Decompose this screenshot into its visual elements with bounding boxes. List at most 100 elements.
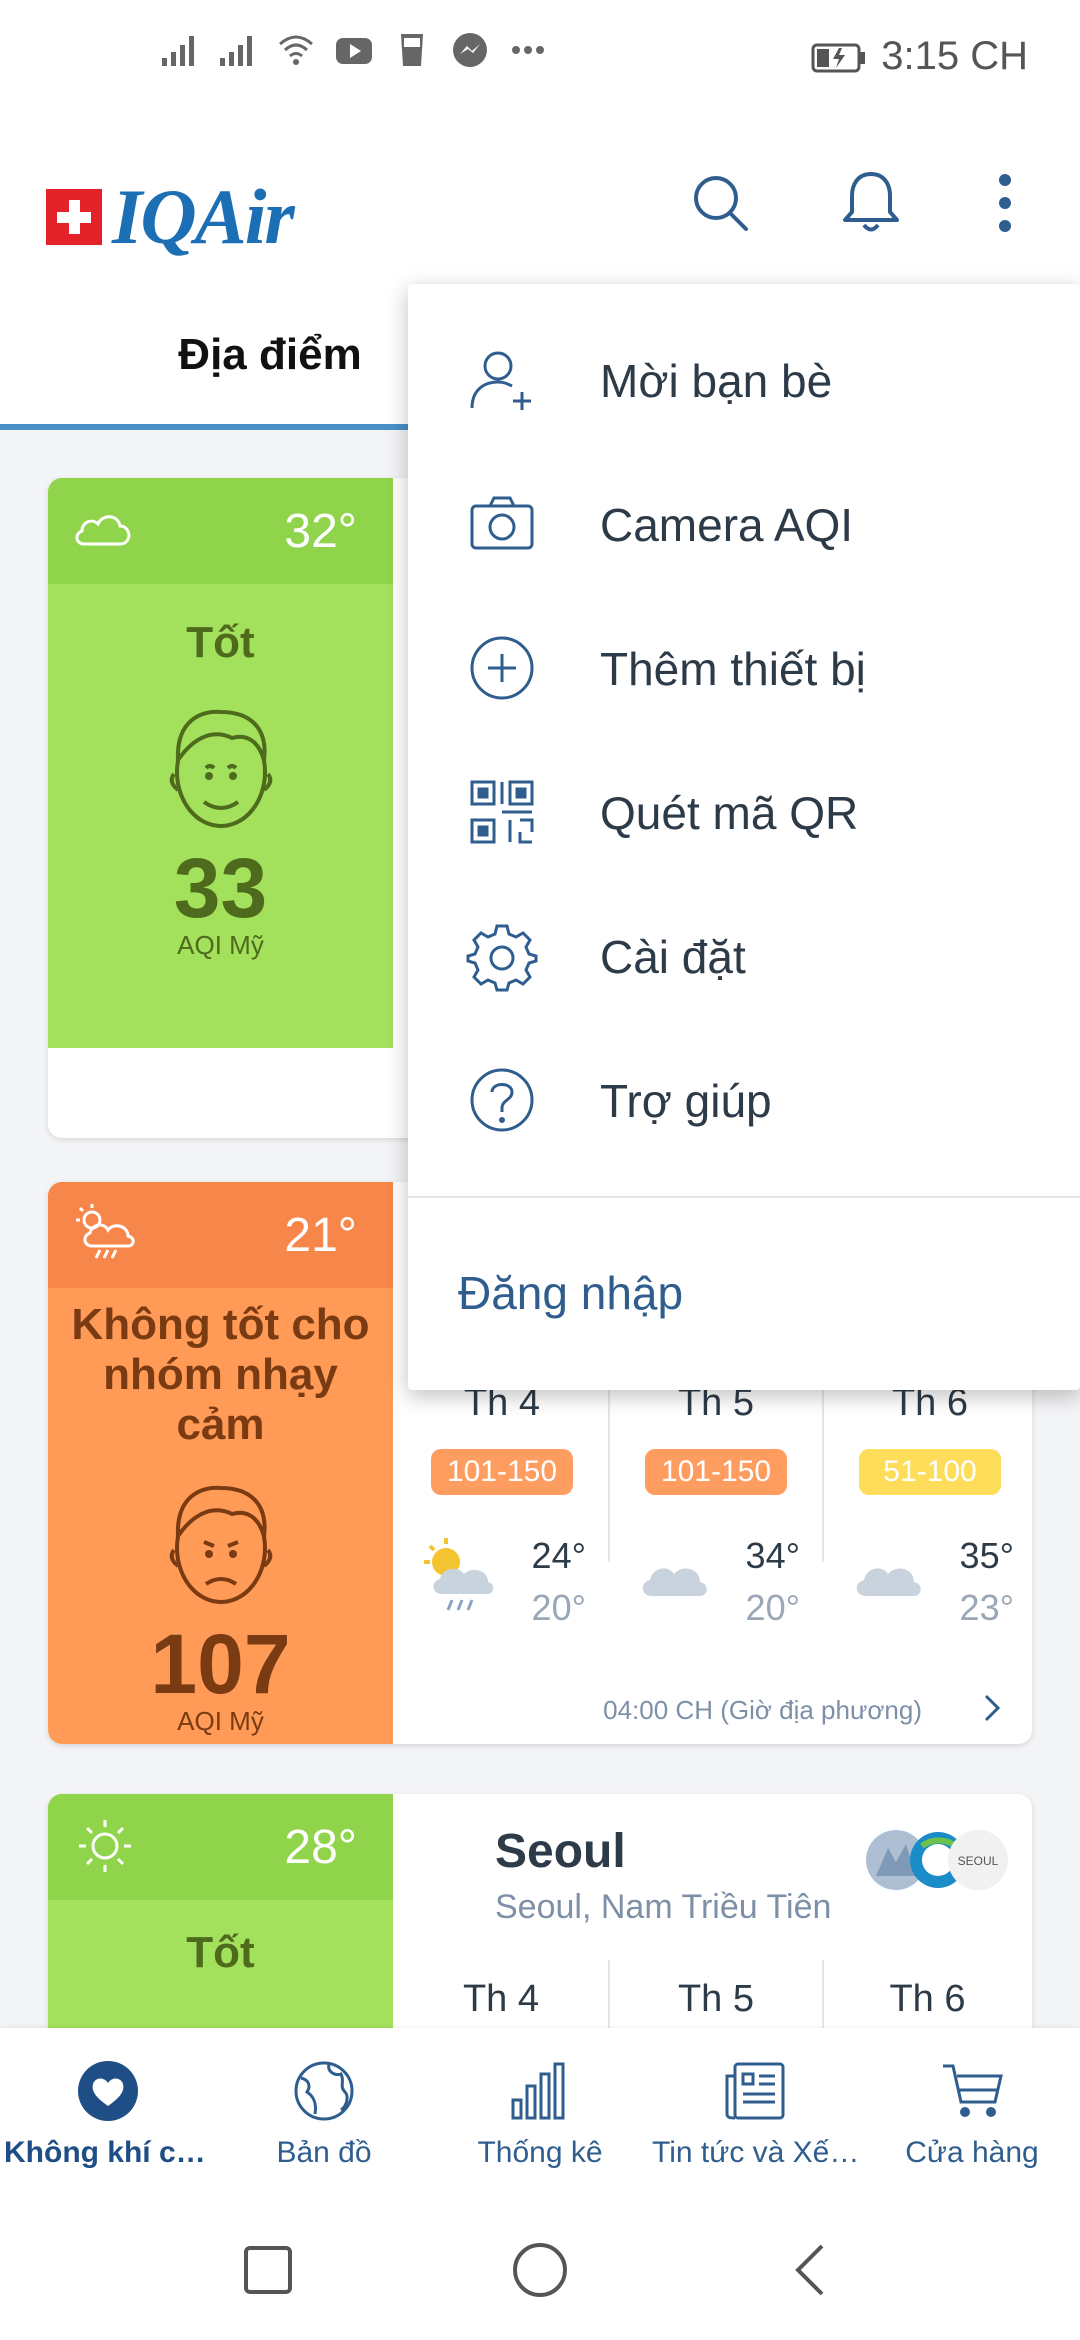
menu-item-scan-qr[interactable]: Quét mã QR: [408, 740, 1080, 884]
sad-face-icon: [169, 1485, 272, 1604]
temperature: 28°: [284, 1821, 357, 1874]
nav-shop[interactable]: Cửa hàng: [864, 2028, 1080, 2198]
temperature: 32°: [284, 505, 357, 558]
gear-icon: [466, 924, 538, 992]
swiss-flag-icon: [46, 189, 102, 245]
sun-rain-icon: [76, 1204, 135, 1259]
menu-item-help[interactable]: Trợ giúp: [408, 1028, 1080, 1172]
globe-icon: [294, 2061, 354, 2121]
status-icons: [160, 30, 548, 70]
wifi-icon: [279, 35, 313, 65]
city-logo-icon: SEOUL: [866, 1830, 1008, 1890]
nav-map[interactable]: Bản đồ: [216, 2028, 432, 2198]
weather-strip: 21°: [48, 1182, 393, 1288]
home-icon[interactable]: [508, 2238, 572, 2302]
menu-item-label: Camera AQI: [600, 499, 854, 551]
login-button[interactable]: Đăng nhập: [458, 1266, 683, 1320]
aqi-value: 107: [150, 1617, 291, 1711]
bottom-navigation: Không khí của... Bản đồ Thống kê Tin tức…: [0, 2028, 1080, 2198]
nav-statistics[interactable]: Thống kê: [432, 2028, 648, 2198]
heart-icon: [78, 2061, 138, 2121]
bell-icon[interactable]: [836, 168, 906, 238]
nav-my-air[interactable]: Không khí của...: [0, 2028, 216, 2198]
menu-item-label: Trợ giúp: [600, 1075, 772, 1127]
cart-icon: [943, 2064, 1003, 2117]
forecast-low: 23°: [959, 1587, 1014, 1628]
nav-label: Cửa hàng: [905, 2136, 1039, 2169]
sun-icon: [79, 1820, 131, 1872]
back-icon[interactable]: [780, 2238, 844, 2302]
nav-label: Không khí của...: [4, 2136, 216, 2169]
city-subtitle: Seoul, Nam Triều Tiên: [495, 1888, 832, 1926]
happy-face-icon: [169, 709, 272, 828]
system-navigation: [0, 2198, 1080, 2340]
weather-strip: 28°: [48, 1794, 393, 1900]
youtube-icon: [336, 38, 372, 64]
menu-item-label: Cài đặt: [600, 931, 746, 983]
forecast-day-column: Th 4 101-150 24° 20°: [396, 1382, 608, 1628]
clock: 3:15 CH: [881, 34, 1028, 78]
cloud-icon: [856, 1568, 921, 1596]
forecast-temps: 34° 20°: [746, 1530, 800, 1634]
aqi-unit-label: AQI Mỹ: [177, 1706, 264, 1736]
partly-cloudy-rain-icon: [424, 1538, 494, 1611]
nav-label: Bản đồ: [276, 2136, 372, 2169]
forecast-low: 20°: [531, 1587, 586, 1628]
forecast-day: Th 5: [677, 1978, 755, 2020]
aqi-range-pill: 101-150: [431, 1449, 573, 1495]
menu-item-label: Mời bạn bè: [600, 355, 833, 407]
forecast-day: Th 6: [889, 1978, 966, 2020]
menu-item-add-device[interactable]: Thêm thiết bị: [408, 596, 1080, 740]
signal-icon: [162, 36, 194, 66]
forecast-high: 35°: [959, 1535, 1014, 1576]
camera-icon: [470, 496, 534, 550]
nav-label: Thống kê: [477, 2136, 603, 2169]
forecast-high: 34°: [745, 1535, 800, 1576]
forecast-temps: 35° 23°: [960, 1530, 1014, 1634]
menu-item-camera-aqi[interactable]: Camera AQI: [408, 452, 1080, 596]
iqair-logo: IQAir: [46, 172, 295, 262]
forecast-day-column: Th 5 101-150 34° 20°: [610, 1382, 822, 1628]
forecast-day: Th 4: [462, 1978, 540, 2020]
recent-apps-icon[interactable]: [236, 2238, 300, 2302]
add-user-icon: [470, 351, 531, 410]
help-icon: [470, 1068, 534, 1132]
aqi-panel: 32° Tốt 33 AQI Mỹ: [48, 478, 393, 1048]
news-icon: [725, 2062, 785, 2120]
more-notifications-icon: [512, 46, 544, 54]
update-timestamp: 04:00 CH (Giờ địa phương): [603, 1695, 922, 1725]
weather-strip: 32°: [48, 478, 393, 584]
cloud-icon: [75, 515, 131, 546]
status-bar: 3:15 CH: [0, 0, 1080, 120]
plus-circle-icon: [470, 636, 534, 700]
chevron-right-icon[interactable]: [974, 1690, 1010, 1726]
aqi-range-pill: 51-100: [859, 1449, 1001, 1495]
temperature: 21°: [284, 1209, 357, 1262]
logo-text: IQAir: [112, 173, 295, 260]
aqi-status: Tốt: [186, 1928, 255, 1977]
overflow-menu-icon[interactable]: [970, 168, 1040, 238]
menu-item-label: Quét mã QR: [600, 787, 859, 839]
city-name: Seoul: [495, 1825, 626, 1878]
aqi-panel: 21° Không tốt cho nhóm nhạy cảm 107 AQI …: [48, 1182, 393, 1744]
aqi-value: 33: [173, 841, 268, 935]
forecast-high: 24°: [531, 1535, 586, 1576]
aqi-range-pill: 101-150: [645, 1449, 787, 1495]
forecast-low: 20°: [745, 1587, 800, 1628]
menu-item-label: Thêm thiết bị: [600, 643, 866, 695]
nav-news-rankings[interactable]: Tin tức và Xếp...: [648, 2028, 864, 2198]
menu-item-settings[interactable]: Cài đặt: [408, 884, 1080, 1028]
forecast-day-column: Th 6 51-100 35° 23°: [824, 1382, 1032, 1628]
forecast-temps: 24° 20°: [532, 1530, 586, 1634]
menu-item-invite-friends[interactable]: Mời bạn bè: [408, 308, 1080, 452]
search-icon[interactable]: [686, 168, 756, 238]
bar-chart-icon: [511, 2062, 565, 2120]
messenger-icon: [453, 33, 487, 67]
status-right: 3:15 CH: [811, 34, 1028, 79]
aqi-unit-label: AQI Mỹ: [177, 930, 264, 960]
battery-icon: [811, 43, 866, 72]
overflow-menu: Mời bạn bè Camera AQI Thêm thiết bị Quét…: [408, 284, 1080, 1390]
svg-text:SEOUL: SEOUL: [958, 1854, 999, 1868]
app-header: IQAir: [0, 120, 1080, 280]
menu-divider: [408, 1196, 1080, 1198]
